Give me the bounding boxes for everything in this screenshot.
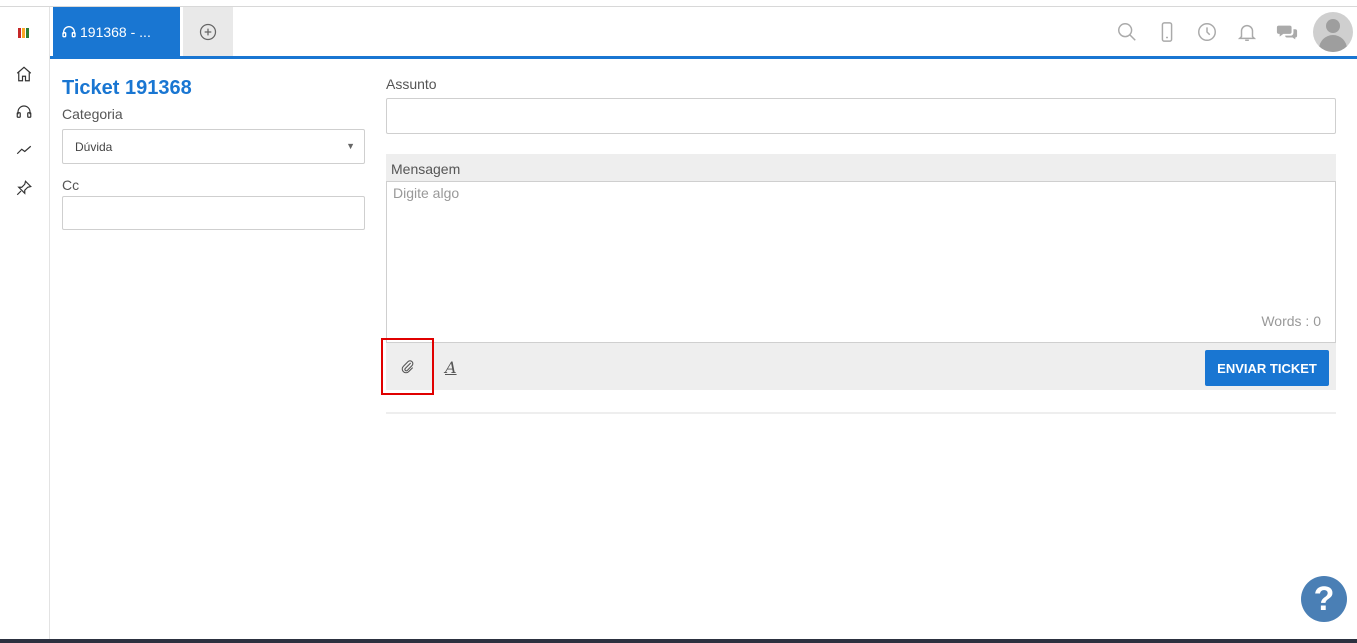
cc-field[interactable] [62, 196, 365, 230]
chevron-down-icon: ▼ [346, 141, 355, 151]
bell-icon[interactable] [1227, 12, 1267, 52]
sidebar [0, 7, 50, 640]
top-edge [0, 0, 1357, 7]
headset-icon [62, 25, 76, 37]
attach-button[interactable] [381, 338, 434, 395]
subject-label: Assunto [386, 76, 437, 92]
message-textarea[interactable]: Digite algo Words : 0 [386, 181, 1336, 343]
top-actions [1107, 7, 1357, 56]
chat-icon[interactable] [1267, 12, 1307, 52]
avatar[interactable] [1313, 11, 1353, 52]
paperclip-icon [401, 359, 413, 373]
pin-icon[interactable] [13, 177, 35, 199]
tab-ticket-191368[interactable]: 191368 - ... [53, 7, 180, 56]
top-bar: 191368 - ... [50, 7, 1357, 59]
word-count: Words : 0 [1261, 313, 1321, 329]
category-label: Categoria [62, 106, 123, 122]
tab-label: 191368 - ... [80, 23, 151, 40]
category-value: Dúvida [75, 140, 113, 154]
app-logo [18, 28, 30, 38]
send-ticket-button[interactable]: ENVIAR TICKET [1205, 350, 1329, 386]
text-format-button[interactable]: A [445, 358, 457, 377]
divider [386, 412, 1336, 414]
clock-icon[interactable] [1187, 12, 1227, 52]
message-placeholder: Digite algo [393, 185, 460, 201]
message-label: Mensagem [386, 154, 1336, 181]
plus-circle-icon [199, 23, 217, 40]
home-icon[interactable] [13, 63, 35, 85]
bottom-edge [0, 639, 1357, 643]
add-tab-button[interactable] [183, 7, 233, 56]
help-button[interactable]: ? [1301, 576, 1347, 622]
search-icon[interactable] [1107, 12, 1147, 52]
trend-icon[interactable] [13, 139, 35, 161]
subject-field[interactable] [386, 98, 1336, 134]
category-select[interactable]: Dúvida ▼ [62, 129, 365, 164]
cc-label: Cc [62, 177, 80, 193]
message-toolbar [386, 343, 1336, 390]
phone-icon[interactable] [1147, 12, 1187, 52]
headset-icon[interactable] [13, 101, 35, 123]
page-title: Ticket 191368 [62, 77, 192, 99]
